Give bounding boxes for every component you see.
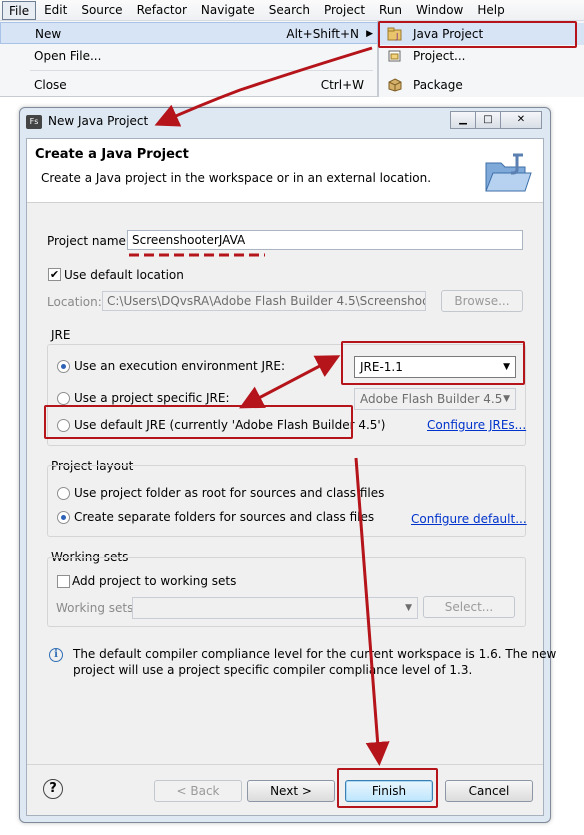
svg-text:J: J [395,32,398,41]
menu-navigate[interactable]: Navigate [195,1,261,20]
wizard-title: Create a Java Project [35,147,189,162]
submenu-arrow-icon: ▶ [366,29,373,39]
project-layout-group [47,465,526,537]
menu-item-open-file-label: Open File... [34,49,102,63]
jre-env-label: Use an execution environment JRE: [74,359,286,373]
menu-item-open-file[interactable]: Open File... [0,45,378,67]
project-icon [388,50,401,62]
finish-button[interactable]: Finish [345,780,433,802]
compliance-info-line2: project will use a project specific comp… [73,663,473,677]
jre-specific-select[interactable]: Adobe Flash Builder 4.5 ▼ [354,388,516,410]
add-to-working-sets-label: Add project to working sets [72,574,237,588]
layout-root-radio[interactable] [57,487,70,500]
menu-separator [30,70,373,71]
submenu-item-java-project-label: Java Project [413,27,484,41]
jre-group-label: JRE [51,328,71,342]
menu-edit[interactable]: Edit [38,1,73,20]
chevron-down-icon: ▼ [503,394,510,404]
menu-window[interactable]: Window [410,1,469,20]
menu-file[interactable]: File [2,0,37,20]
menu-item-new-shortcut: Alt+Shift+N [286,27,359,41]
menu-search[interactable]: Search [263,1,316,20]
jre-default-radio[interactable] [57,419,70,432]
submenu-item-package-label: Package [413,78,463,92]
wizard-description: Create a Java project in the workspace o… [41,171,432,185]
menu-refactor[interactable]: Refactor [131,1,193,20]
add-to-working-sets-checkbox[interactable] [57,575,70,588]
menu-project[interactable]: Project [318,1,371,20]
location-input[interactable]: C:\Users\DQvsRA\Adobe Flash Builder 4.5\… [102,291,426,311]
project-name-input[interactable]: ScreenshooterJAVA [127,230,523,250]
submenu-item-project-label: Project... [413,49,466,63]
wizard-header: Create a Java Project Create a Java proj… [27,139,543,203]
chevron-down-icon: ▼ [503,362,510,372]
maximize-button[interactable]: □ [475,111,501,129]
menu-help[interactable]: Help [471,1,510,20]
configure-default-link[interactable]: Configure default... [411,512,527,526]
use-default-location-label: Use default location [64,268,184,282]
dialog-client-area: Create a Java Project Create a Java proj… [26,138,556,816]
working-sets-select[interactable]: ▼ [132,597,418,619]
menu-source[interactable]: Source [75,1,128,20]
java-project-icon: J [387,27,402,41]
back-button[interactable]: < Back [154,780,242,802]
dialog-titlebar[interactable]: Fs New Java Project ▁ □ ✕ [20,108,550,136]
footer-divider [27,764,543,765]
minimize-button[interactable]: ▁ [450,111,476,129]
jre-specific-select-value: Adobe Flash Builder 4.5 [360,392,503,406]
menu-run[interactable]: Run [373,1,408,20]
layout-root-label: Use project folder as root for sources a… [74,486,385,500]
new-submenu: J Java Project Project... Package [378,21,584,97]
menu-item-new[interactable]: New Alt+Shift+N ▶ [0,22,378,44]
layout-separate-radio[interactable] [57,511,70,524]
browse-button[interactable]: Browse... [441,290,523,312]
working-sets-select-button[interactable]: Select... [423,596,515,618]
close-button[interactable]: ✕ [500,111,542,129]
jre-env-select[interactable]: JRE-1.1 ▼ [354,356,516,378]
chevron-down-icon: ▼ [405,603,412,613]
menu-item-close-label: Close [34,78,67,92]
jre-specific-label: Use a project specific JRE: [74,391,230,405]
jre-env-radio[interactable] [57,360,70,373]
flash-builder-app-icon: Fs [26,115,42,129]
package-icon [388,78,402,92]
menu-item-new-label: New [35,27,62,41]
layout-separate-label: Create separate folders for sources and … [74,510,375,524]
working-sets-label: Working sets: [56,601,138,615]
submenu-item-project[interactable]: Project... [379,45,584,67]
location-label: Location: [47,295,102,309]
submenu-item-java-project[interactable]: J Java Project [379,23,584,45]
info-icon: i [49,648,63,662]
new-java-project-dialog: Fs New Java Project ▁ □ ✕ Create a Java … [19,107,556,823]
jre-specific-radio[interactable] [57,392,70,405]
file-menu-dropdown: New Alt+Shift+N ▶ Open File... Close Ctr… [0,21,378,97]
help-icon[interactable]: ? [43,779,63,799]
compliance-info-line1: The default compiler compliance level fo… [73,647,557,661]
dialog-window-title: New Java Project [48,114,149,128]
cancel-button[interactable]: Cancel [445,780,533,802]
use-default-location-checkbox[interactable]: ✔ [48,268,61,281]
jre-default-label: Use default JRE (currently 'Adobe Flash … [74,418,386,432]
menu-item-close-shortcut: Ctrl+W [320,78,364,92]
jre-env-select-value: JRE-1.1 [360,360,403,374]
submenu-item-package[interactable]: Package [379,74,584,96]
next-button[interactable]: Next > [247,780,335,802]
menu-item-close[interactable]: Close Ctrl+W [0,74,378,96]
configure-jres-link[interactable]: Configure JREs... [427,418,526,432]
menu-bar: File Edit Source Refactor Navigate Searc… [0,0,584,21]
java-project-wizard-icon [485,153,532,192]
project-name-label: Project name: [47,234,130,248]
